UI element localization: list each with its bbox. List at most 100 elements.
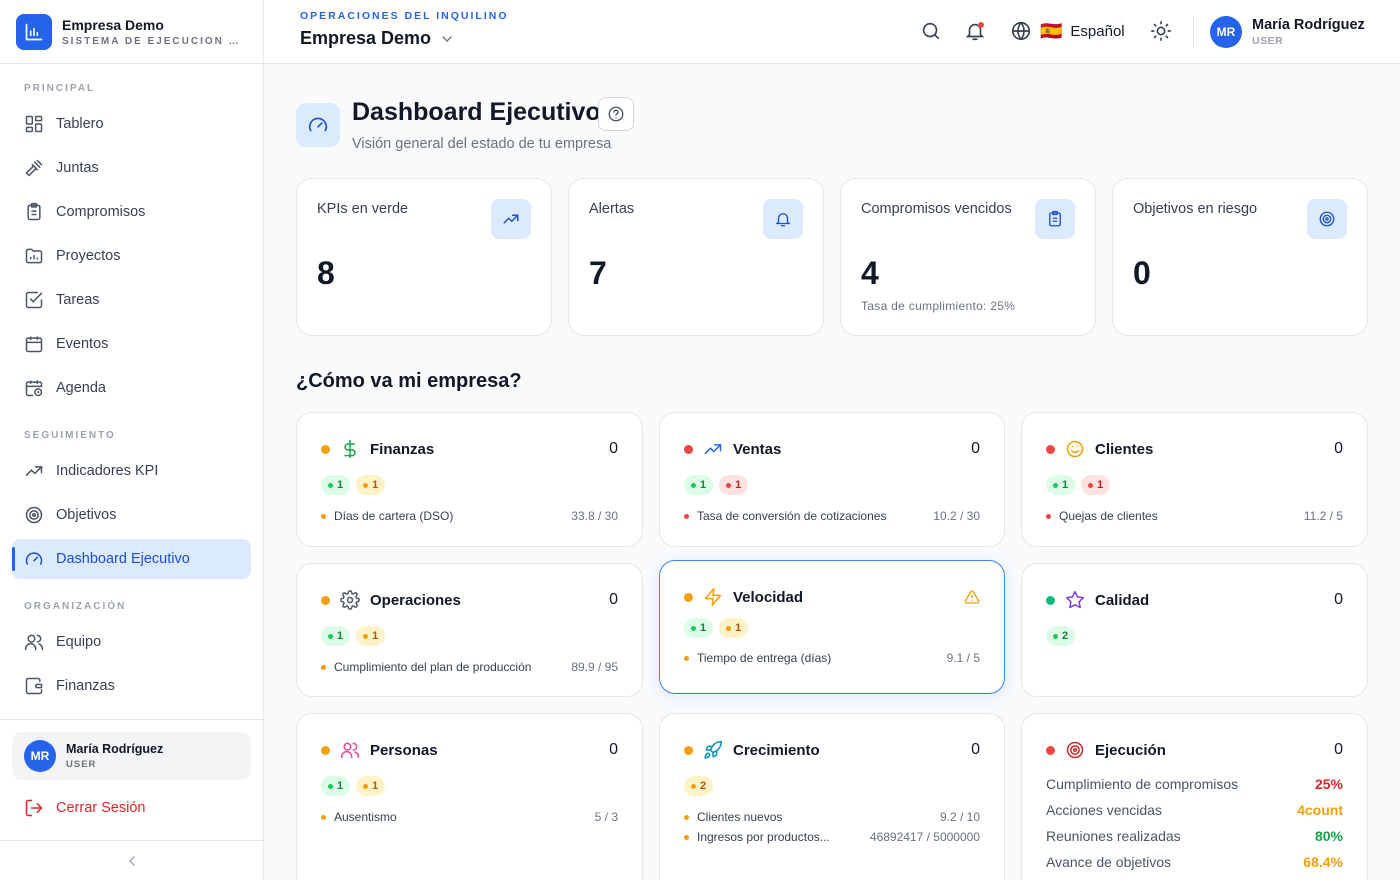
metric-row: Tiempo de entrega (días) 9.1 / 5 [684, 651, 980, 665]
metric-value: 9.1 / 5 [946, 651, 980, 665]
sidebar-item-dashboard-ejecutivo[interactable]: Dashboard Ejecutivo [12, 539, 251, 579]
sidebar-item-finanzas[interactable]: Finanzas [12, 666, 251, 706]
execution-row: Avance de objetivos 68.4% [1046, 854, 1343, 870]
logout-label: Cerrar Sesión [56, 800, 146, 816]
area-count: 0 [1334, 591, 1343, 608]
area-header: Operaciones 0 [321, 590, 618, 610]
area-count: 0 [971, 741, 980, 758]
area-name: Velocidad [733, 588, 804, 606]
sidebar-divider [0, 719, 263, 720]
status-pills: 2 [684, 776, 714, 796]
area-card-ejecucion[interactable]: Ejecución 0 Cumplimiento de compromisos 2… [1021, 713, 1368, 880]
area-card-velocidad[interactable]: Velocidad 1 1 Tiempo de entrega (días) 9.1… [659, 560, 1005, 694]
metric-dot [684, 513, 689, 519]
execution-value: 68.4% [1303, 854, 1343, 870]
metric-row: Cumplimiento del plan de producción 89.9… [321, 660, 618, 674]
status-pills: 11 [684, 475, 749, 495]
users-icon [24, 632, 44, 652]
search-icon[interactable] [920, 20, 944, 44]
area-card-finanzas[interactable]: Finanzas 0 1 1 Días de cartera (DSO) 33.8 /… [296, 412, 643, 547]
kpi-title: Compromisos vencidos [861, 201, 1012, 217]
sidebar-item-label: Proyectos [56, 248, 121, 264]
area-card-personas[interactable]: Personas 0 1 1 Ausentismo 5 / 3 [296, 713, 643, 880]
warning-icon [964, 589, 980, 605]
sidebar-item-tablero[interactable]: Tablero [12, 104, 251, 144]
metric-name: Clientes nuevos [697, 810, 783, 824]
sidebar-item-proyectos[interactable]: Proyectos [12, 236, 251, 276]
execution-value: 80% [1314, 828, 1343, 844]
target-icon [1065, 740, 1085, 760]
area-name: Clientes [1095, 440, 1154, 458]
execution-row: Reuniones realizadas 80% [1046, 828, 1343, 844]
metric-row: Quejas de clientes 11.2 / 5 [1046, 509, 1343, 523]
language-selector[interactable]: 🇪🇸 Español [1010, 20, 1125, 42]
area-count: 0 [1334, 440, 1343, 457]
area-name: Ejecución [1095, 741, 1166, 759]
status-pills: 2 [1046, 626, 1076, 646]
area-count: 0 [609, 591, 618, 608]
area-card-crecimiento[interactable]: Crecimiento 0 2 Clientes nuevos 9.2 / 10 I… [659, 713, 1005, 880]
execution-label: Cumplimiento de compromisos [1046, 776, 1239, 792]
area-card-operaciones[interactable]: Operaciones 0 1 1 Cumplimiento del plan de … [296, 563, 643, 697]
sun-icon[interactable] [1150, 20, 1174, 44]
metric-row: Clientes nuevos 9.2 / 10 [684, 810, 980, 824]
sidebar-item-label: Agenda [56, 380, 106, 396]
target-icon [24, 505, 44, 525]
sidebar-item-agenda[interactable]: Agenda [12, 368, 251, 408]
status-dot [1046, 595, 1055, 605]
sidebar-item-label: Indicadores KPI [56, 463, 159, 479]
header-user-menu[interactable]: MR María Rodríguez USER [1210, 16, 1365, 48]
wallet-icon [24, 676, 44, 696]
status-pills: 11 [321, 475, 386, 495]
status-pill: 1 [321, 776, 351, 796]
status-dot [321, 745, 330, 755]
area-header: Clientes 0 [1046, 439, 1343, 459]
gear-icon [340, 590, 360, 610]
users-icon [340, 740, 360, 760]
notification-dot [978, 22, 984, 28]
sidebar-item-indicadores-kpi[interactable]: Indicadores KPI [12, 451, 251, 491]
status-pill: 1 [719, 475, 749, 495]
bell-icon[interactable] [964, 20, 988, 44]
brand-subtitle: SISTEMA DE EJECUCIÓN E... [62, 35, 242, 47]
metric-dot [684, 834, 689, 840]
sidebar-item-equipo[interactable]: Equipo [12, 622, 251, 662]
status-pill: 1 [684, 618, 714, 638]
metric-row: Ingresos por productos... 46892417 / 500… [684, 830, 980, 844]
tenant-name: Empresa Demo [300, 28, 432, 48]
tenant-selector[interactable]: Empresa Demo [300, 28, 455, 49]
sidebar-item-juntas[interactable]: Juntas [12, 148, 251, 188]
star-icon [1065, 590, 1085, 610]
sidebar-user-card[interactable]: MR María Rodríguez USER [12, 732, 251, 780]
metric-value: 46892417 / 5000000 [869, 830, 980, 844]
sidebar-item-compromisos[interactable]: Compromisos [12, 192, 251, 232]
sidebar-item-objetivos[interactable]: Objetivos [12, 495, 251, 535]
execution-row: Cumplimiento de compromisos 25% [1046, 776, 1343, 792]
brand-name: Empresa Demo [62, 16, 164, 33]
status-dot [321, 444, 330, 454]
area-card-ventas[interactable]: Ventas 0 1 1 Tasa de conversión de cotizaci… [659, 412, 1005, 547]
status-pill: 1 [321, 626, 351, 646]
brand[interactable]: Empresa Demo SISTEMA DE EJECUCIÓN E... [0, 0, 263, 64]
user-role: USER [1252, 35, 1284, 47]
metric-name: Tasa de conversión de cotizaciones [697, 509, 887, 523]
status-pill: 1 [356, 776, 386, 796]
metric-dot [684, 814, 689, 820]
sidebar-item-tareas[interactable]: Tareas [12, 280, 251, 320]
sidebar-item-label: Objetivos [56, 507, 117, 523]
sidebar-item-eventos[interactable]: Eventos [12, 324, 251, 364]
metric-value: 33.8 / 30 [571, 509, 618, 523]
area-card-calidad[interactable]: Calidad 0 2 [1021, 563, 1368, 697]
clipboard-icon [1035, 199, 1075, 239]
help-button[interactable] [598, 97, 634, 131]
area-header: Calidad 0 [1046, 590, 1343, 610]
calendar-clock-icon [24, 378, 44, 398]
page-title: Dashboard Ejecutivo [352, 98, 601, 126]
chevron-left-icon[interactable] [124, 853, 140, 869]
kpi-value: 0 [1133, 255, 1151, 291]
kpi-card-objetivos-riesgo: Objetivos en riesgo 0 [1112, 178, 1368, 336]
grid-icon [24, 114, 44, 134]
logout-button[interactable]: Cerrar Sesión [24, 798, 145, 818]
area-card-clientes[interactable]: Clientes 0 1 1 Quejas de clientes 11.2 / 5 [1021, 412, 1368, 547]
kpi-value: 8 [317, 255, 335, 291]
